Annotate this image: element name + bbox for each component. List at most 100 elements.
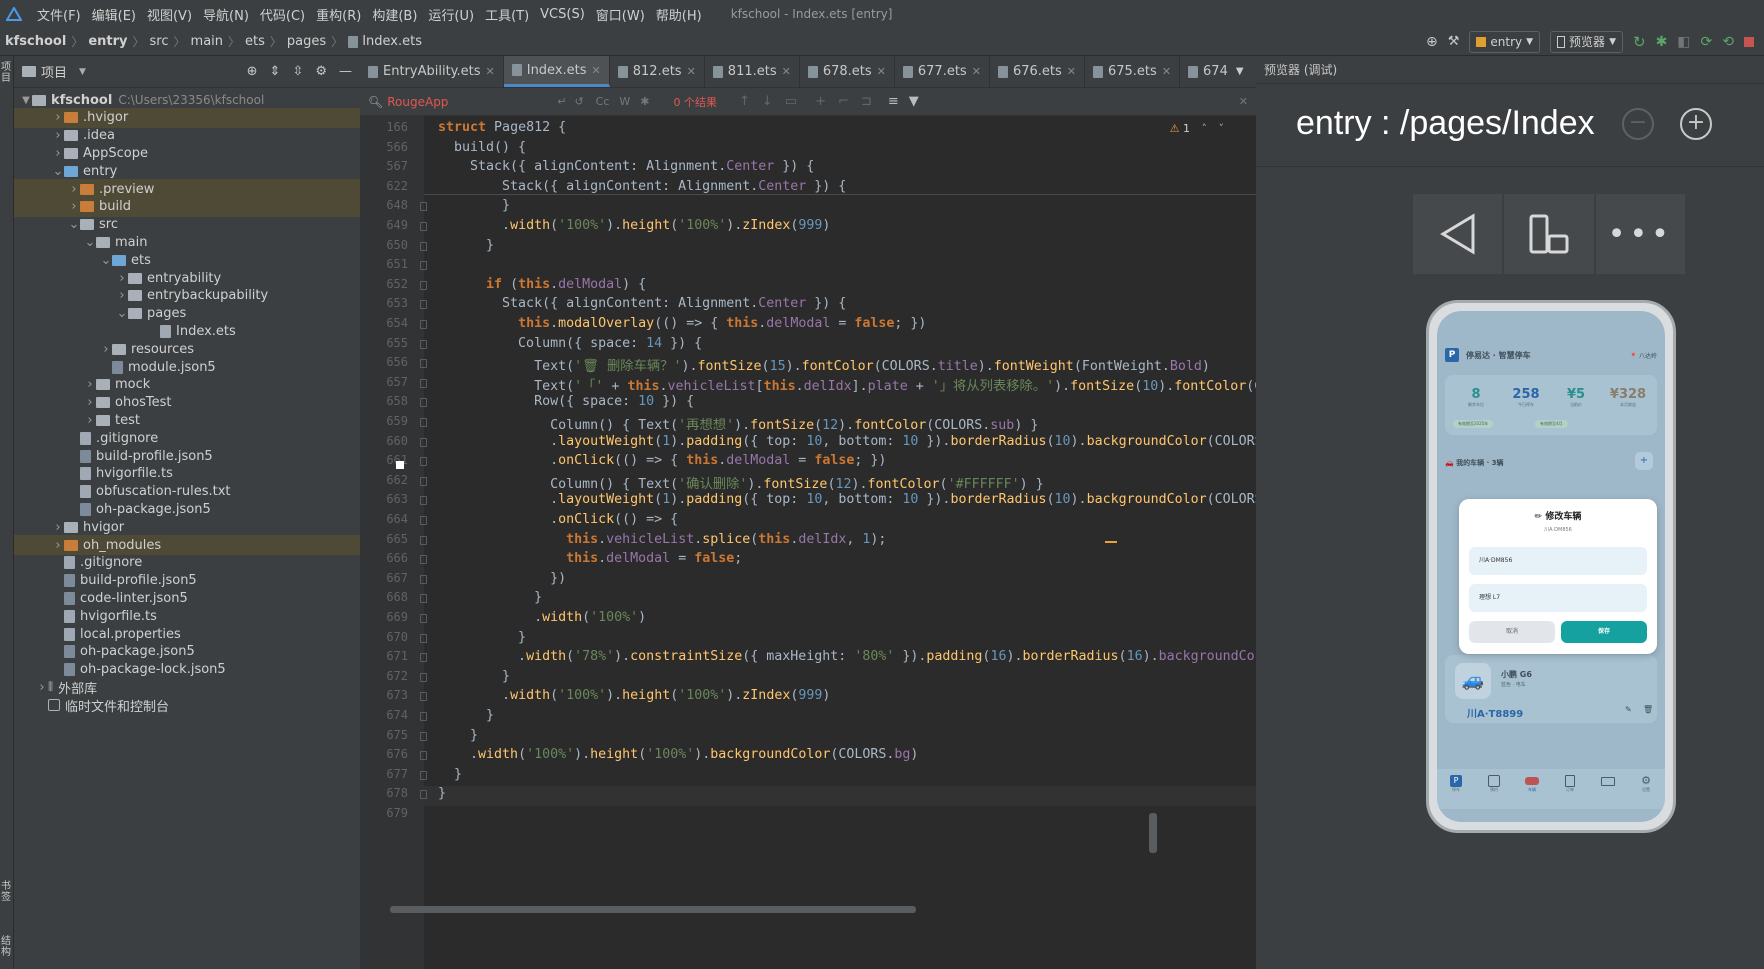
cancel-button[interactable]: 取消 — [1469, 621, 1555, 643]
chevron-right-icon[interactable]: › — [68, 182, 80, 197]
chevron-right-icon[interactable]: › — [84, 413, 96, 428]
tab-812[interactable]: 812.ets ✕ — [610, 56, 705, 87]
gear-icon[interactable]: ⚙ — [315, 64, 327, 79]
more-button[interactable]: ••• — [1596, 194, 1685, 274]
fold-marker-icon[interactable] — [420, 359, 427, 369]
add-vehicle-button[interactable]: + — [1635, 452, 1653, 470]
menu-vcs[interactable]: VCS(S) — [540, 7, 585, 22]
nav-vehicles[interactable]: 车辆 — [1513, 769, 1551, 809]
close-icon[interactable]: ✕ — [486, 65, 495, 78]
close-icon[interactable]: ✕ — [972, 65, 981, 78]
tree-item[interactable]: 临时文件和控制台 — [14, 695, 360, 715]
nav-settings[interactable]: ⚙ 设置 — [1627, 769, 1665, 809]
chevron-right-icon[interactable]: › — [52, 128, 64, 143]
crumb-project[interactable]: kfschool — [5, 34, 66, 49]
chevron-down-icon[interactable]: ⌄ — [52, 164, 64, 179]
tab-675[interactable]: 675.ets ✕ — [1085, 56, 1181, 87]
fold-marker-icon[interactable] — [420, 653, 427, 663]
chevron-right-icon[interactable]: › — [36, 680, 48, 695]
crumb-file[interactable]: Index.ets — [362, 34, 422, 49]
fold-marker-icon[interactable] — [420, 751, 427, 761]
chevron-right-icon[interactable]: › — [52, 538, 64, 553]
menu-help[interactable]: 帮助(H) — [656, 5, 702, 24]
close-icon[interactable]: ✕ — [687, 65, 696, 78]
tab-entryability[interactable]: EntryAbility.ets ✕ — [360, 56, 504, 87]
fold-marker-icon[interactable] — [420, 633, 427, 643]
wrap-icon[interactable]: ≡ — [888, 94, 899, 109]
tab-676[interactable]: 676.ets ✕ — [990, 56, 1085, 87]
chevron-down-icon[interactable]: ⌄ — [116, 306, 128, 321]
arrow-up-icon[interactable]: ↑ — [739, 94, 750, 109]
horizontal-scrollbar[interactable] — [390, 906, 916, 913]
menu-edit[interactable]: 编辑(E) — [92, 5, 136, 24]
chevron-right-icon[interactable]: › — [84, 377, 96, 392]
fold-marker-icon[interactable] — [420, 476, 427, 486]
chevron-right-icon[interactable]: › — [100, 342, 112, 357]
fold-marker-icon[interactable] — [420, 496, 427, 506]
zoom-in-icon[interactable]: + — [1680, 108, 1712, 140]
crumb-pages[interactable]: pages — [287, 34, 326, 49]
back-button[interactable] — [1413, 194, 1505, 274]
tab-index[interactable]: Index.ets ✕ — [503, 56, 610, 87]
fold-marker-icon[interactable] — [420, 574, 427, 584]
chevron-right-icon[interactable]: › — [116, 271, 128, 286]
warning-indicator[interactable]: ⚠ 1 ˄ ˅ — [1170, 122, 1224, 135]
hide-icon[interactable]: — — [339, 64, 352, 79]
fold-marker-icon[interactable] — [420, 241, 427, 251]
fold-marker-icon[interactable] — [420, 516, 427, 525]
fold-marker-icon[interactable] — [420, 437, 427, 447]
close-icon[interactable]: ✕ — [1239, 95, 1248, 108]
chevron-right-icon[interactable]: › — [84, 395, 96, 410]
save-button[interactable]: 保存 — [1561, 621, 1647, 643]
arrow-down-icon[interactable]: ↓ — [762, 94, 773, 109]
stop-icon[interactable] — [1744, 36, 1754, 47]
match-case-toggle[interactable]: Cc — [596, 95, 610, 108]
menu-navigate[interactable]: 导航(N) — [203, 5, 249, 24]
fold-marker-icon[interactable] — [420, 594, 427, 604]
structure-tool-tab[interactable]: 结构 — [1, 936, 13, 958]
nav-wallet[interactable] — [1589, 769, 1627, 809]
fold-marker-icon[interactable] — [420, 672, 427, 682]
vertical-scrollbar[interactable] — [1149, 813, 1157, 853]
fold-marker-icon[interactable] — [420, 378, 427, 388]
tab-678[interactable]: 678.ets ✕ — [800, 56, 895, 87]
fold-marker-icon[interactable] — [420, 222, 427, 231]
rotate-button[interactable] — [1504, 194, 1596, 274]
menu-refactor[interactable]: 重构(R) — [316, 5, 361, 24]
fold-marker-icon[interactable] — [420, 261, 427, 271]
fold-marker-icon[interactable] — [420, 457, 427, 467]
regex-toggle[interactable]: ✱ — [640, 95, 649, 108]
device-select[interactable]: 预览器 ▼ — [1550, 30, 1623, 53]
regex-icon[interactable]: ↺ — [574, 95, 583, 108]
zoom-out-icon[interactable]: − — [1622, 108, 1654, 140]
fold-marker-icon[interactable] — [420, 398, 427, 408]
fold-marker-icon[interactable] — [420, 320, 427, 329]
bug-icon[interactable]: ✱ — [1656, 34, 1668, 50]
fold-marker-icon[interactable] — [420, 790, 427, 800]
in-selection-icon[interactable]: ⊐ — [861, 94, 872, 109]
fold-marker-icon[interactable] — [420, 712, 427, 721]
crumb-ets[interactable]: ets — [245, 34, 265, 49]
chevron-down-icon[interactable]: ⌄ — [100, 253, 112, 268]
tab-677[interactable]: 677.ets ✕ — [895, 56, 990, 87]
crumb-module[interactable]: entry — [88, 34, 127, 49]
fold-marker-icon[interactable] — [420, 535, 427, 545]
crumb-main[interactable]: main — [191, 34, 223, 49]
close-icon[interactable]: ✕ — [1162, 65, 1171, 78]
menu-tools[interactable]: 工具(T) — [485, 5, 529, 24]
chevron-down-icon[interactable]: ⌄ — [68, 217, 80, 232]
crumb-src[interactable]: src — [150, 34, 169, 49]
clear-icon[interactable]: ↵ — [557, 95, 566, 108]
rerun-icon[interactable]: ⟳ — [1701, 34, 1713, 50]
refresh-icon[interactable]: ↻ — [1633, 33, 1646, 51]
code-area[interactable]: ⚠ 1 ˄ ˅ struct Page812 { build() { Stack… — [360, 116, 1263, 969]
target-icon[interactable]: ⊕ — [1426, 34, 1438, 50]
add-selection-icon[interactable]: + — [815, 94, 826, 109]
menu-code[interactable]: 代码(C) — [260, 5, 305, 24]
collapse-all-icon[interactable]: ⇳ — [292, 64, 303, 79]
vehicle-card[interactable]: 🚙 小鹏 G6 蓝色 · 电车 川A·T8899 ✎ 🗑 — [1445, 655, 1657, 723]
chevron-right-icon[interactable]: › — [52, 110, 64, 125]
menu-run[interactable]: 运行(U) — [428, 5, 474, 24]
chevron-down-icon[interactable]: ⌄ — [84, 235, 96, 250]
whole-word-toggle[interactable]: W — [619, 95, 630, 108]
